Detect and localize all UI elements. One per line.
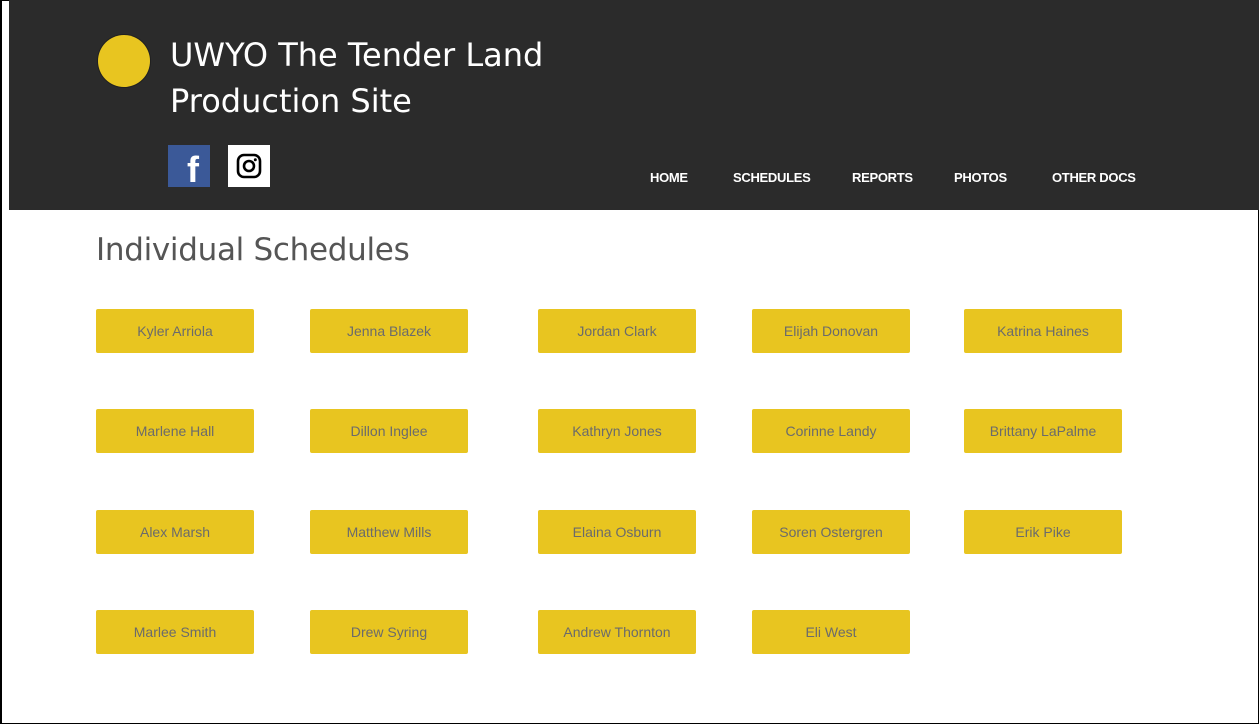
instagram-icon[interactable] xyxy=(228,145,270,187)
schedule-button[interactable]: Matthew Mills xyxy=(310,510,468,554)
schedule-button[interactable]: Eli West xyxy=(752,610,910,654)
schedule-button[interactable]: Katrina Haines xyxy=(964,309,1122,353)
schedule-button[interactable]: Andrew Thornton xyxy=(538,610,696,654)
schedule-button[interactable]: Brittany LaPalme xyxy=(964,409,1122,453)
schedule-button[interactable]: Elijah Donovan xyxy=(752,309,910,353)
schedule-button[interactable]: Alex Marsh xyxy=(96,510,254,554)
nav-other-docs[interactable]: OTHER DOCS xyxy=(1052,170,1136,185)
schedule-button[interactable]: Soren Ostergren xyxy=(752,510,910,554)
schedule-button[interactable]: Dillon Inglee xyxy=(310,409,468,453)
nav-reports[interactable]: REPORTS xyxy=(852,170,913,185)
nav-photos[interactable]: PHOTOS xyxy=(954,170,1007,185)
schedule-button[interactable]: Kyler Arriola xyxy=(96,309,254,353)
facebook-icon[interactable]: f xyxy=(168,145,210,190)
facebook-glyph: f xyxy=(187,149,199,190)
schedule-button[interactable]: Corinne Landy xyxy=(752,409,910,453)
schedule-button[interactable]: Jenna Blazek xyxy=(310,309,468,353)
schedule-button[interactable]: Marlee Smith xyxy=(96,610,254,654)
site-header: UWYO The Tender Land Production Site f H… xyxy=(9,0,1259,210)
schedule-button[interactable]: Marlene Hall xyxy=(96,409,254,453)
nav-schedules[interactable]: SCHEDULES xyxy=(733,170,811,185)
instagram-glyph-icon xyxy=(236,153,262,179)
page-title: Individual Schedules xyxy=(96,232,410,268)
nav-home[interactable]: HOME xyxy=(650,170,688,185)
schedule-button[interactable]: Jordan Clark xyxy=(538,309,696,353)
logo-circle-icon[interactable] xyxy=(98,35,150,87)
schedule-button[interactable]: Erik Pike xyxy=(964,510,1122,554)
site-title[interactable]: UWYO The Tender Land Production Site xyxy=(170,32,600,124)
schedule-button[interactable]: Drew Syring xyxy=(310,610,468,654)
schedule-button[interactable]: Elaina Osburn xyxy=(538,510,696,554)
schedule-button[interactable]: Kathryn Jones xyxy=(538,409,696,453)
